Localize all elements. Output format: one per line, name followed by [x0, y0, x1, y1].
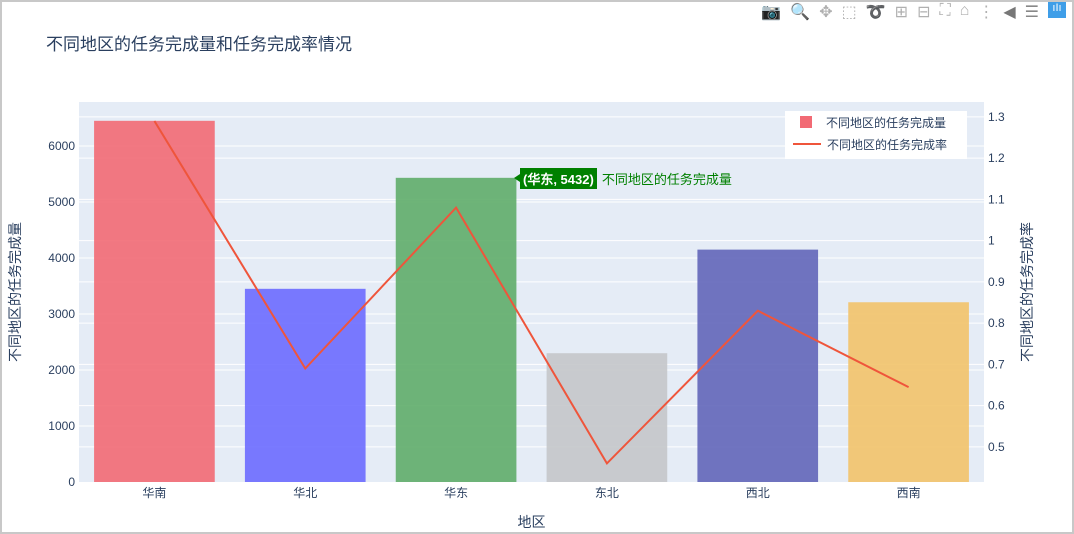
- hover-tooltip: (华东, 5432) 不同地区的任务完成量: [514, 168, 732, 189]
- y-tick-label: 4000: [48, 251, 75, 265]
- y-tick-label: 2000: [48, 363, 75, 377]
- bar-西北: [697, 249, 819, 482]
- y2-tick-label: 1.1: [988, 192, 1005, 206]
- legend-line-swatch: [793, 143, 821, 145]
- y2-tick-label: 0.9: [988, 275, 1005, 289]
- x-axis-title: 地区: [518, 514, 546, 530]
- x-tick-label: 西南: [897, 485, 921, 500]
- y2-tick-label: 1.3: [988, 110, 1005, 124]
- x-tick-label: 华北: [293, 486, 317, 500]
- x-tick-label: 东北: [595, 486, 619, 500]
- y2-tick-label: 0.6: [988, 399, 1005, 413]
- y2-tick-label: 0.7: [988, 357, 1005, 371]
- y-tick-label: 6000: [48, 139, 75, 153]
- y-tick-label: 5000: [48, 195, 75, 209]
- bar-华东: [395, 177, 517, 482]
- y2-axis-title: 不同地区的任务完成率: [1019, 222, 1035, 362]
- x-tick-label: 西北: [746, 486, 770, 500]
- legend-item-line[interactable]: 不同地区的任务完成率: [785, 133, 967, 155]
- x-tick-label: 华东: [444, 486, 468, 500]
- x-tick-label: 华南: [142, 485, 166, 500]
- legend: 不同地区的任务完成量 不同地区的任务完成率: [785, 111, 967, 159]
- y2-tick-label: 1: [988, 234, 995, 248]
- y2-tick-label: 0.5: [988, 440, 1005, 454]
- legend-bar-swatch: [800, 116, 812, 128]
- legend-item-bar[interactable]: 不同地区的任务完成量: [785, 111, 967, 133]
- y2-tick-label: 0.8: [988, 316, 1005, 330]
- chart-svg: 0 1000 2000 3000 4000 5000 6000 0.5 0.6 0.7 0.8 0.9…: [7, 102, 1035, 530]
- bar-西南: [848, 302, 969, 482]
- y-tick-label: 0: [68, 475, 75, 489]
- y-axis-title: 不同地区的任务完成量: [7, 222, 23, 362]
- y2-tick-label: 1.2: [988, 151, 1005, 165]
- bar-华南: [94, 120, 215, 482]
- y-tick-label: 3000: [48, 307, 75, 321]
- y-tick-label: 1000: [48, 419, 75, 433]
- bar-华北: [244, 288, 366, 482]
